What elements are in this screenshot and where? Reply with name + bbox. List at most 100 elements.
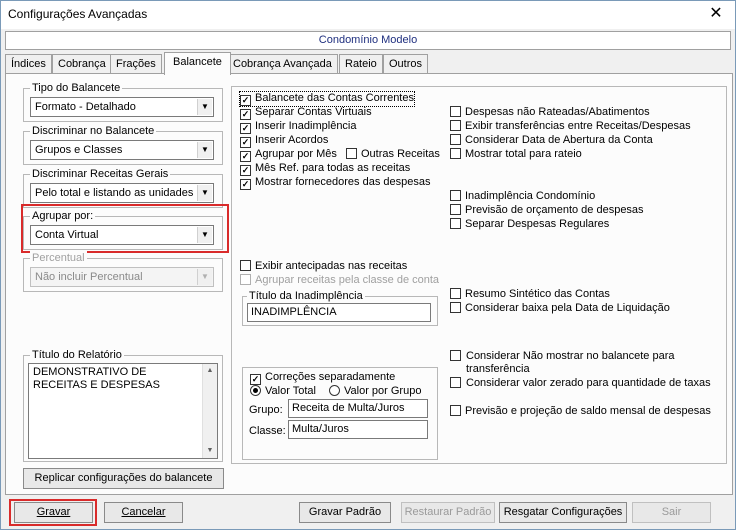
gravar-padrao-button[interactable]: Gravar Padrão — [299, 502, 391, 523]
resumo-sintetico-checkbox[interactable]: Resumo Sintético das Contas — [450, 288, 610, 302]
checkbox-checked-icon: ✓ — [240, 151, 251, 162]
chevron-down-icon: ▼ — [197, 99, 212, 115]
outras-receitas-checkbox[interactable]: Outras Receitas — [346, 148, 440, 162]
tab-cobranca-avancada[interactable]: Cobrança Avançada — [227, 54, 338, 74]
percentual-value: Não incluir Percentual — [35, 271, 143, 283]
agrupar-highlight — [21, 204, 229, 253]
window-title: Configurações Avançadas — [8, 7, 148, 21]
checkbox-unchecked-icon — [450, 302, 461, 313]
checkbox-label: Exibir antecipadas nas receitas — [255, 260, 408, 272]
cancelar-label: Cancelar — [121, 506, 166, 518]
separar-contas-virtuais-checkbox[interactable]: ✓ Separar Contas Virtuais — [240, 106, 372, 120]
tab-indices[interactable]: Índices — [5, 54, 52, 74]
data-abertura-checkbox[interactable]: Considerar Data de Abertura da Conta — [450, 134, 653, 148]
inserir-acordos-checkbox[interactable]: ✓ Inserir Acordos — [240, 134, 328, 148]
tab-rateio[interactable]: Rateio — [339, 54, 383, 74]
checkbox-checked-icon: ✓ — [240, 165, 251, 176]
cancelar-button[interactable]: Cancelar — [104, 502, 183, 523]
discriminar-select[interactable]: Grupos e Classes ▼ — [30, 140, 214, 160]
valor-por-grupo-radio[interactable]: Valor por Grupo — [329, 385, 421, 399]
checkbox-label: Separar Contas Virtuais — [255, 106, 372, 118]
discriminar-label: Discriminar no Balancete — [30, 124, 157, 138]
mostrar-fornecedores-checkbox[interactable]: ✓ Mostrar fornecedores das despesas — [240, 176, 430, 190]
checkbox-label: Previsão e projeção de saldo mensal de d… — [465, 405, 711, 417]
nao-mostrar-transferencia-checkbox[interactable]: Considerar Não mostrar no balancete para… — [450, 350, 720, 378]
checkbox-label: Correções separadamente — [265, 371, 396, 383]
inadimplencia-condominio-checkbox[interactable]: Inadimplência Condomínio — [450, 190, 595, 204]
checkbox-label: Resumo Sintético das Contas — [465, 288, 610, 300]
percentual-group: Percentual Não incluir Percentual ▼ — [23, 251, 223, 292]
checkbox-checked-icon: ✓ — [240, 137, 251, 148]
titulo-relatorio-label: Título do Relatório — [30, 348, 124, 362]
scroll-up-icon[interactable]: ▲ — [203, 364, 217, 378]
scroll-down-icon[interactable]: ▼ — [203, 444, 217, 458]
total-rateio-checkbox[interactable]: Mostrar total para rateio — [450, 148, 582, 162]
previsao-saldo-checkbox[interactable]: Previsão e projeção de saldo mensal de d… — [450, 405, 711, 419]
titulo-relatorio-textarea[interactable]: DEMONSTRATIVO DE RECEITAS E DESPESAS ▲ ▼ — [28, 363, 218, 459]
checkbox-unchecked-icon — [450, 405, 461, 416]
close-button[interactable]: ✕ — [705, 4, 727, 24]
exibir-antecipadas-checkbox[interactable]: Exibir antecipadas nas receitas — [240, 260, 407, 274]
titulo-relatorio-group: Título do Relatório DEMONSTRATIVO DE REC… — [23, 348, 223, 462]
titulo-inadimplencia-group: Título da Inadimplência INADIMPLÊNCIA — [242, 289, 438, 326]
discriminar-group: Discriminar no Balancete Grupos e Classe… — [23, 124, 223, 165]
grupo-input[interactable]: Receita de Multa/Juros — [288, 399, 428, 418]
tab-cobranca[interactable]: Cobrança — [52, 54, 112, 74]
previsao-orcamento-checkbox[interactable]: Previsão de orçamento de despesas — [450, 204, 644, 218]
titulo-inadimplencia-label: Título da Inadimplência — [247, 289, 365, 303]
checkbox-unchecked-icon — [450, 106, 461, 117]
tab-balancete[interactable]: Balancete — [164, 52, 231, 75]
checkbox-unchecked-icon — [450, 204, 461, 215]
checkbox-unchecked-icon — [450, 377, 461, 388]
checkbox-label: Considerar baixa pela Data de Liquidação — [465, 302, 670, 314]
dialog-window: Configurações Avançadas ✕ Condomínio Mod… — [0, 0, 736, 530]
separar-despesas-regulares-checkbox[interactable]: Separar Despesas Regulares — [450, 218, 609, 232]
classe-input[interactable]: Multa/Juros — [288, 420, 428, 439]
checkbox-label: Mês Ref. para todas as receitas — [255, 162, 411, 174]
exibir-transferencias-checkbox[interactable]: Exibir transferências entre Receitas/Des… — [450, 120, 691, 134]
checkbox-checked-icon: ✓ — [250, 374, 261, 385]
restaurar-padrao-button[interactable]: Restaurar Padrão — [401, 502, 495, 523]
percentual-select[interactable]: Não incluir Percentual ▼ — [30, 267, 214, 287]
chevron-down-icon: ▼ — [197, 142, 212, 158]
valor-total-radio[interactable]: Valor Total — [250, 385, 316, 399]
receitas-group: Discriminar Receitas Gerais Pelo total e… — [23, 167, 223, 208]
correcoes-separadamente-checkbox[interactable]: ✓ Correções separadamente — [250, 371, 395, 385]
radio-selected-icon — [250, 385, 261, 396]
radio-unselected-icon — [329, 385, 340, 396]
checkbox-label: Inserir Acordos — [255, 134, 329, 146]
checkbox-unchecked-icon — [450, 288, 461, 299]
resgatar-configuracoes-button[interactable]: Resgatar Configurações — [499, 502, 627, 523]
checkbox-label: Exibir transferências entre Receitas/Des… — [465, 120, 691, 132]
balancete-contas-correntes-checkbox[interactable]: ✓ Balancete das Contas Correntes — [239, 91, 415, 107]
tab-fracoes[interactable]: Frações — [110, 54, 162, 74]
titulo-inadimplencia-input[interactable]: INADIMPLÊNCIA — [247, 303, 431, 322]
chevron-down-icon: ▼ — [197, 269, 212, 285]
checkbox-label: Considerar valor zerado para quantidade … — [466, 377, 711, 389]
baixa-liquidacao-checkbox[interactable]: Considerar baixa pela Data de Liquidação — [450, 302, 670, 316]
despesas-nao-rateadas-checkbox[interactable]: Despesas não Rateadas/Abatimentos — [450, 106, 650, 120]
titulo-relatorio-scrollbar[interactable]: ▲ ▼ — [202, 364, 217, 458]
replicar-button[interactable]: Replicar configurações do balancete — [23, 468, 224, 489]
mes-ref-checkbox[interactable]: ✓ Mês Ref. para todas as receitas — [240, 162, 410, 176]
tipo-balancete-select[interactable]: Formato - Detalhado ▼ — [30, 97, 214, 117]
checkbox-unchecked-icon — [240, 260, 251, 271]
agrupar-receitas-classe-checkbox[interactable]: Agrupar receitas pela classe de conta — [240, 274, 439, 288]
checkbox-checked-icon: ✓ — [240, 179, 251, 190]
checkbox-label: Outras Receitas — [361, 148, 440, 160]
checkbox-label: Inadimplência Condomínio — [465, 190, 596, 202]
checkbox-label: Considerar Não mostrar no balancete para… — [466, 350, 675, 375]
tab-outros[interactable]: Outros — [383, 54, 429, 74]
discriminar-value: Grupos e Classes — [35, 144, 123, 156]
agrupar-por-mes-checkbox[interactable]: ✓ Agrupar por Mês — [240, 148, 337, 162]
checkbox-label: Balancete das Contas Correntes — [255, 92, 414, 104]
sair-button[interactable]: Sair — [632, 502, 711, 523]
title-bar: Configurações Avançadas ✕ — [1, 1, 735, 29]
tipo-balancete-value: Formato - Detalhado — [35, 101, 136, 113]
checkbox-unchecked-icon — [450, 218, 461, 229]
inserir-inadimplencia-checkbox[interactable]: ✓ Inserir Inadimplência — [240, 120, 357, 134]
receitas-label: Discriminar Receitas Gerais — [30, 167, 171, 181]
receitas-select[interactable]: Pelo total e listando as unidades ▼ — [30, 183, 214, 203]
titulo-relatorio-value: DEMONSTRATIVO DE RECEITAS E DESPESAS — [33, 366, 160, 391]
valor-zerado-checkbox[interactable]: Considerar valor zerado para quantidade … — [450, 377, 720, 405]
